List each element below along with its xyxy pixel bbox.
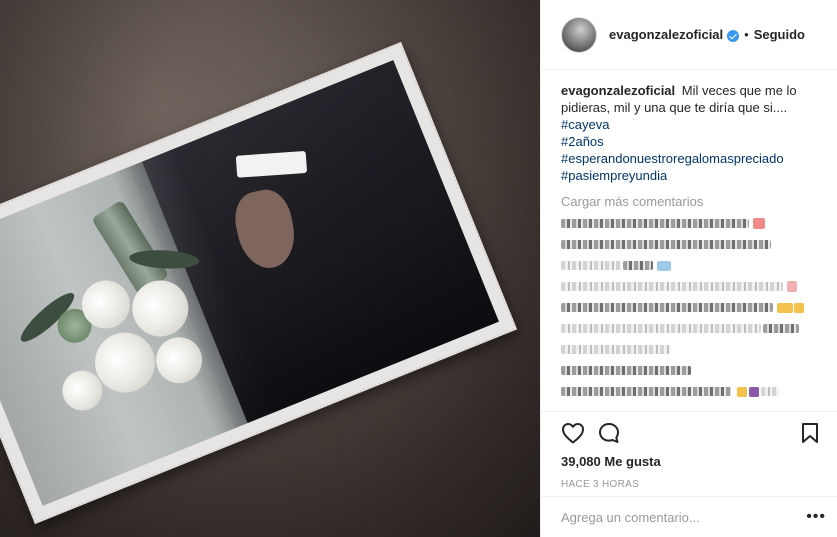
obscured-comment (561, 321, 821, 335)
hashtag-link[interactable]: #pasiempreyundia (561, 167, 821, 184)
obscured-comment (561, 216, 821, 230)
obscured-comment (561, 384, 821, 398)
post-caption: evagonzalezoficial Mil veces que me lo p… (561, 82, 821, 184)
comment-bubble-icon[interactable] (597, 421, 621, 445)
post-photo[interactable] (0, 0, 540, 537)
post-header: evagonzalezoficial • Seguido (541, 0, 837, 70)
hashtag-link[interactable]: #esperandonuestroregalomaspreciado (561, 150, 821, 167)
add-comment-bar: ••• (541, 496, 837, 537)
obscured-comment (561, 363, 821, 377)
post-sidebar: evagonzalezoficial • Seguido evagonzalez… (540, 0, 837, 537)
post-actions: 39,080 Me gusta HACE 3 HORAS (541, 411, 837, 509)
obscured-comment (561, 300, 821, 314)
action-icons (561, 420, 822, 446)
likes-count[interactable]: 39,080 Me gusta (561, 454, 822, 469)
header-username[interactable]: evagonzalezoficial (609, 27, 723, 42)
load-more-comments-button[interactable]: Cargar más comentarios (561, 194, 821, 209)
comment-input[interactable] (561, 509, 807, 525)
follow-button[interactable]: Seguido (754, 27, 805, 42)
obscured-comment (561, 342, 821, 356)
comments-list[interactable]: evagonzalezoficial Mil veces que me lo p… (541, 70, 837, 398)
header-separator: • (744, 27, 749, 42)
obscured-comment (561, 258, 821, 272)
white-rose (149, 330, 210, 391)
caption-username[interactable]: evagonzalezoficial (561, 83, 675, 98)
hashtag-link[interactable]: #2años (561, 133, 821, 150)
obscured-comment (561, 279, 821, 293)
avatar[interactable] (561, 16, 597, 53)
bookmark-icon[interactable] (798, 421, 822, 445)
obscured-comment (561, 237, 821, 251)
hashtag-link[interactable]: #cayeva (561, 116, 821, 133)
heart-icon[interactable] (561, 421, 585, 445)
post-timestamp[interactable]: HACE 3 HORAS (561, 479, 822, 490)
more-options-icon[interactable]: ••• (806, 508, 826, 526)
verified-badge-icon (727, 29, 740, 42)
